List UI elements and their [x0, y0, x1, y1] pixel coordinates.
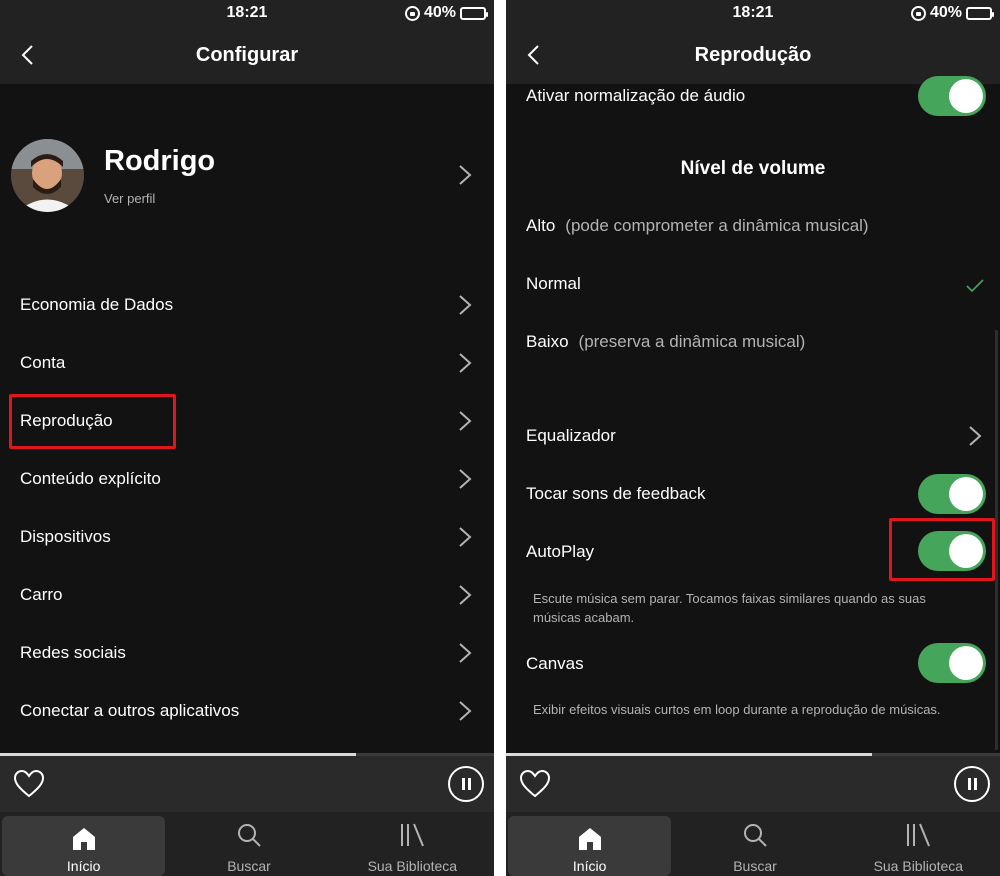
menu-item-label: Carro [20, 585, 63, 604]
volume-option-label: Baixo [526, 332, 569, 351]
tab-home[interactable]: Início [508, 816, 672, 876]
status-indicators: 40% [910, 4, 994, 22]
chevron-right-icon [459, 701, 472, 721]
library-icon [401, 823, 425, 847]
highlight-box [889, 518, 995, 581]
checkmark-icon [966, 279, 984, 293]
chevron-right-icon [459, 643, 472, 663]
page-title: Reprodução [694, 44, 812, 66]
volume-option-hint: (preserva a dinâmica musical) [578, 332, 806, 351]
tab-label: Buscar [227, 858, 271, 874]
pause-button[interactable] [448, 766, 484, 802]
tab-search[interactable]: Buscar [167, 812, 330, 876]
scrollbar[interactable] [995, 330, 998, 750]
tab-library[interactable]: Sua Biblioteca [837, 812, 1000, 876]
canvas-label: Canvas [526, 654, 584, 673]
volume-option-label: Normal [526, 274, 581, 293]
menu-item-label: Conta [20, 353, 66, 372]
pause-button[interactable] [954, 766, 990, 802]
feedback-label: Tocar sons de feedback [526, 484, 706, 503]
normalize-label: Ativar normalização de áudio [526, 86, 746, 105]
menu-item[interactable]: Conectar a outros aplicativos [0, 682, 494, 740]
header: 18:21 40% Reprodução [506, 0, 1000, 84]
feedback-toggle[interactable] [918, 474, 986, 514]
battery-icon [460, 6, 488, 20]
menu-item[interactable]: Carro [0, 566, 494, 624]
chevron-right-icon[interactable] [458, 164, 472, 186]
volume-option[interactable]: Normal [506, 270, 1000, 300]
volume-option-label: Alto [526, 216, 556, 235]
chevron-right-icon [459, 469, 472, 489]
mini-player[interactable] [506, 756, 1000, 812]
tab-label: Sua Biblioteca [367, 858, 458, 874]
page-title: Configurar [195, 44, 299, 66]
autoplay-label: AutoPlay [526, 542, 595, 561]
volume-title: Nível de volume [680, 158, 826, 179]
autoplay-description: Escute música sem parar. Tocamos faixas … [533, 591, 926, 625]
search-icon [237, 824, 261, 847]
battery-percent: 40% [929, 4, 962, 21]
library-icon [907, 823, 931, 847]
menu-item[interactable]: Dispositivos [0, 508, 494, 566]
menu-item[interactable]: Conta [0, 334, 494, 392]
tab-label: Sua Biblioteca [873, 858, 964, 874]
profile-name[interactable]: Rodrigo [104, 145, 215, 178]
menu-item-label: Conteúdo explícito [20, 469, 161, 488]
header: 18:21 40% Configurar [0, 0, 494, 84]
menu-item-label: Economia de Dados [20, 295, 174, 314]
heart-icon[interactable] [520, 770, 550, 798]
tab-library[interactable]: Sua Biblioteca [331, 812, 494, 876]
tab-bar: Início Buscar Sua Biblioteca [0, 812, 494, 876]
chevron-right-icon [459, 353, 472, 373]
menu-item[interactable]: Redes sociais [0, 624, 494, 682]
canvas-toggle[interactable] [918, 643, 986, 683]
chevron-right-icon [459, 411, 472, 431]
canvas-description: Exibir efeitos visuais curtos em loop du… [533, 702, 941, 717]
menu-item-label: Redes sociais [20, 643, 126, 662]
tab-search[interactable]: Buscar [673, 812, 836, 876]
chevron-right-icon [459, 295, 472, 315]
heart-icon[interactable] [14, 770, 44, 798]
rotation-lock-icon [404, 5, 420, 21]
tab-bar: Início Buscar Sua Biblioteca [506, 812, 1000, 876]
profile-link[interactable]: Ver perfil [104, 191, 155, 206]
search-icon [743, 824, 767, 847]
tab-home[interactable]: Início [2, 816, 166, 876]
playback-screen: 18:21 40% Reprodução Ativar normalização… [506, 0, 1000, 876]
menu-item-label: Conectar a outros aplicativos [20, 701, 240, 720]
battery-icon [966, 6, 994, 20]
menu-item[interactable]: Conteúdo explícito [0, 450, 494, 508]
home-icon [578, 828, 601, 850]
status-indicators: 40% [404, 4, 488, 22]
rotation-lock-icon [910, 5, 926, 21]
avatar-image [11, 139, 84, 212]
tab-label: Buscar [733, 858, 777, 874]
mini-player[interactable] [0, 756, 494, 812]
equalizer-row[interactable]: Equalizador [506, 422, 1000, 452]
normalize-toggle[interactable] [918, 76, 986, 116]
settings-screen: 18:21 40% Configurar Rodrigo Ver perfil … [0, 0, 494, 876]
chevron-right-icon [459, 527, 472, 547]
volume-option[interactable]: Baixo (preserva a dinâmica musical) [506, 328, 1000, 358]
battery-percent: 40% [423, 4, 456, 21]
tab-label: Início [572, 858, 607, 874]
home-icon [72, 828, 95, 850]
menu-item-label: Dispositivos [20, 527, 111, 546]
volume-option-hint: (pode comprometer a dinâmica musical) [565, 216, 869, 235]
menu-item[interactable]: Economia de Dados [0, 276, 494, 334]
tab-label: Início [66, 858, 101, 874]
chevron-right-icon [969, 426, 982, 446]
equalizer-label: Equalizador [526, 426, 616, 445]
volume-option[interactable]: Alto (pode comprometer a dinâmica musical… [506, 212, 1000, 242]
avatar[interactable] [11, 139, 84, 212]
highlight-box [9, 394, 176, 449]
chevron-right-icon [459, 585, 472, 605]
